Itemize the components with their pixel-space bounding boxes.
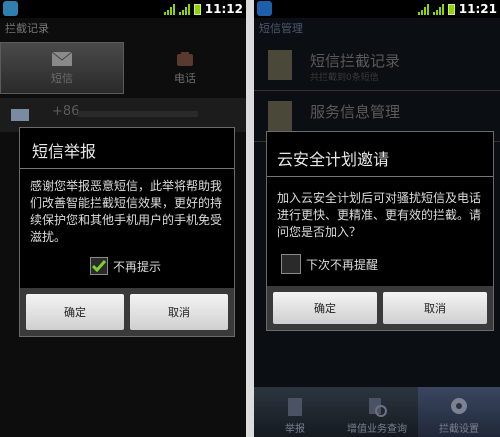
search-document-icon	[369, 398, 387, 417]
status-time: 11:12	[204, 2, 243, 16]
dialog-message: 加入云安全计划后可对骚扰短信及电话进行更快、更精准、更有效的拦截。请问您是否加入…	[277, 191, 482, 239]
list-item[interactable]: 短信拦截记录 共拦截到0条短信	[254, 40, 500, 91]
nav-intercept-settings-label: 拦截设置	[439, 424, 479, 435]
tab-phone-label: 电话	[174, 71, 196, 85]
right-phone-screen: 11:21 短信管理 短信拦截记录 共拦截到0条短信 服务信息管理 云安全计划邀…	[254, 0, 500, 437]
tab-sms-label: 短信	[51, 71, 73, 85]
page-title: 拦截记录	[5, 22, 49, 35]
dialog-title: 短信举报	[32, 142, 97, 161]
signal-icon	[417, 3, 429, 15]
battery-icon	[193, 3, 201, 15]
list-item-number: +86	[52, 104, 80, 119]
cancel-button[interactable]: 取消	[383, 292, 487, 324]
dont-show-again-checkbox[interactable]	[90, 257, 108, 275]
checkbox-label: 下次不再提醒	[306, 257, 379, 272]
status-bar: 11:12	[0, 0, 246, 18]
report-dialog: 短信举报 感谢您举报恶意短信，此举将帮助我们改善智能拦截短信效果，更好的持续保护…	[19, 127, 235, 337]
redacted-number	[78, 111, 198, 117]
envelope-icon	[51, 51, 73, 66]
remind-again-row[interactable]: 下次不再提醒	[281, 254, 378, 274]
cloud-security-dialog: 云安全计划邀请 加入云安全计划后可对骚扰短信及电话进行更快、更精准、更有效的拦截…	[266, 131, 494, 331]
status-time: 11:21	[458, 2, 497, 16]
menu-list: 短信拦截记录 共拦截到0条短信 服务信息管理	[254, 40, 500, 142]
signal-icon	[432, 3, 444, 15]
list-item-title: 短信拦截记录	[310, 52, 401, 70]
dialog-divider	[20, 168, 234, 169]
notes-icon	[268, 50, 292, 80]
phone-icon	[177, 51, 193, 66]
list-item-subtitle: 共拦截到0条短信	[310, 73, 379, 83]
dont-show-again-row[interactable]: 不再提示	[90, 257, 161, 275]
nav-intercept-settings[interactable]: 拦截设置	[418, 387, 500, 437]
battery-icon	[447, 3, 455, 15]
message-icon	[11, 109, 29, 121]
cancel-button[interactable]: 取消	[130, 294, 228, 330]
report-icon	[288, 398, 302, 416]
signal-icon	[178, 3, 190, 15]
left-phone-screen: 11:12 拦截记录 短信 电话 +86 短信举报 感谢您举报恶意短信，此举将帮…	[0, 0, 246, 437]
tab-sms[interactable]: 短信	[0, 42, 124, 94]
list-item-title: 服务信息管理	[310, 103, 401, 121]
ok-button[interactable]: 确定	[26, 294, 124, 330]
gear-icon	[451, 398, 467, 414]
nav-report[interactable]: 举报	[254, 387, 336, 437]
nav-report-label: 举报	[285, 424, 305, 435]
status-bar: 11:21	[254, 0, 500, 18]
tab-phone[interactable]: 电话	[124, 42, 246, 94]
tab-bar: 短信 电话	[0, 42, 246, 94]
dialog-button-bar: 确定 取消	[267, 286, 493, 330]
dialog-title: 云安全计划邀请	[277, 150, 390, 169]
dialog-button-bar: 确定 取消	[20, 288, 234, 336]
page-title: 短信管理	[259, 22, 303, 35]
bottom-nav: 举报 增值业务查询 拦截设置	[254, 387, 500, 437]
dialog-divider	[267, 176, 493, 177]
ok-button[interactable]: 确定	[273, 292, 377, 324]
checkbox-label: 不再提示	[113, 259, 162, 274]
shield-app-icon	[257, 1, 272, 16]
dialog-message: 感谢您举报恶意短信，此举将帮助我们改善智能拦截短信效果，更好的持续保护您和其他手…	[30, 179, 223, 244]
remind-again-checkbox[interactable]	[281, 254, 301, 274]
signal-icon	[163, 3, 175, 15]
nav-value-added-query-label: 增值业务查询	[347, 424, 407, 435]
shield-app-icon	[3, 1, 18, 16]
checkmark-icon	[92, 260, 106, 272]
notes-icon	[268, 101, 292, 131]
nav-value-added-query[interactable]: 增值业务查询	[336, 387, 418, 437]
